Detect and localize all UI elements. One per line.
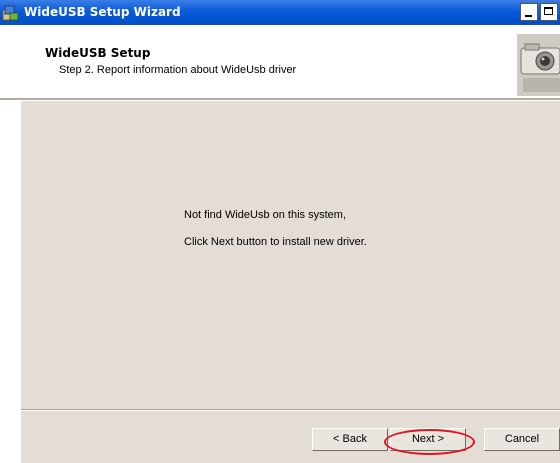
wizard-body (0, 101, 560, 410)
minimize-button[interactable] (520, 3, 538, 21)
maximize-button[interactable] (540, 3, 558, 21)
window-title: WideUSB Setup Wizard (24, 5, 181, 19)
setup-installer-icon (2, 4, 19, 21)
camera-icon (517, 34, 560, 96)
header-subtitle: Step 2. Report information about WideUsb… (59, 64, 297, 76)
window-titlebar[interactable]: WideUSB Setup Wizard (0, 0, 560, 25)
next-button[interactable]: Next > (390, 428, 466, 451)
wizard-header (0, 25, 560, 99)
cancel-button[interactable]: Cancel (484, 428, 560, 451)
header-title: WideUSB Setup (45, 46, 151, 60)
instruction-message: Click Next button to install new driver. (184, 236, 367, 248)
back-button[interactable]: < Back (312, 428, 388, 451)
wizard-footer (21, 411, 560, 463)
left-white-strip-lower (0, 101, 21, 463)
status-message: Not find WideUsb on this system, (184, 209, 347, 221)
